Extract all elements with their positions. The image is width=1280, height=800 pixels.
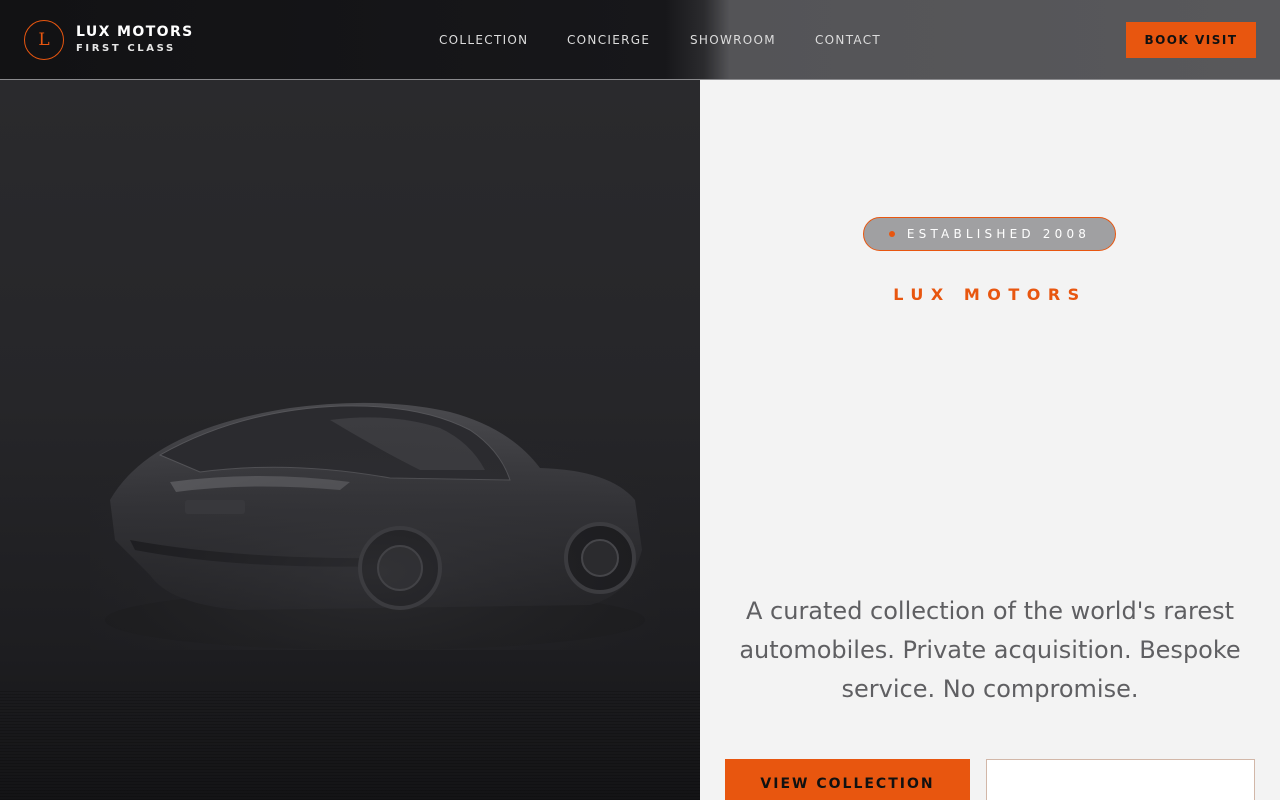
secondary-cta-button[interactable] (986, 759, 1255, 800)
dot-icon (888, 231, 895, 237)
hero-content-panel: ESTABLISHED 2008 LUX MOTORS A curated co… (700, 80, 1280, 800)
sports-car-image (90, 390, 660, 650)
hero-tagline: A curated collection of the world's rare… (739, 597, 1241, 703)
site-header: L LUX MOTORS FIRST CLASS COLLECTION CONC… (0, 0, 1280, 80)
hero-image-overlay (0, 690, 700, 800)
established-badge: ESTABLISHED 2008 (863, 217, 1116, 251)
view-collection-button[interactable]: VIEW COLLECTION (725, 759, 970, 800)
book-visit-button[interactable]: BOOK VISIT (1126, 22, 1256, 58)
badge-text: ESTABLISHED 2008 (906, 227, 1091, 241)
hero-image-panel (0, 80, 700, 800)
nav-link-showroom[interactable]: SHOWROOM (690, 33, 776, 47)
hero-brand-title: LUX MOTORS (893, 285, 1087, 304)
nav-link-concierge[interactable]: CONCIERGE (567, 33, 650, 47)
nav-link-contact[interactable]: CONTACT (815, 33, 881, 47)
main-nav: COLLECTION CONCIERGE SHOWROOM CONTACT (0, 33, 1280, 49)
nav-link-collection[interactable]: COLLECTION (439, 33, 528, 47)
